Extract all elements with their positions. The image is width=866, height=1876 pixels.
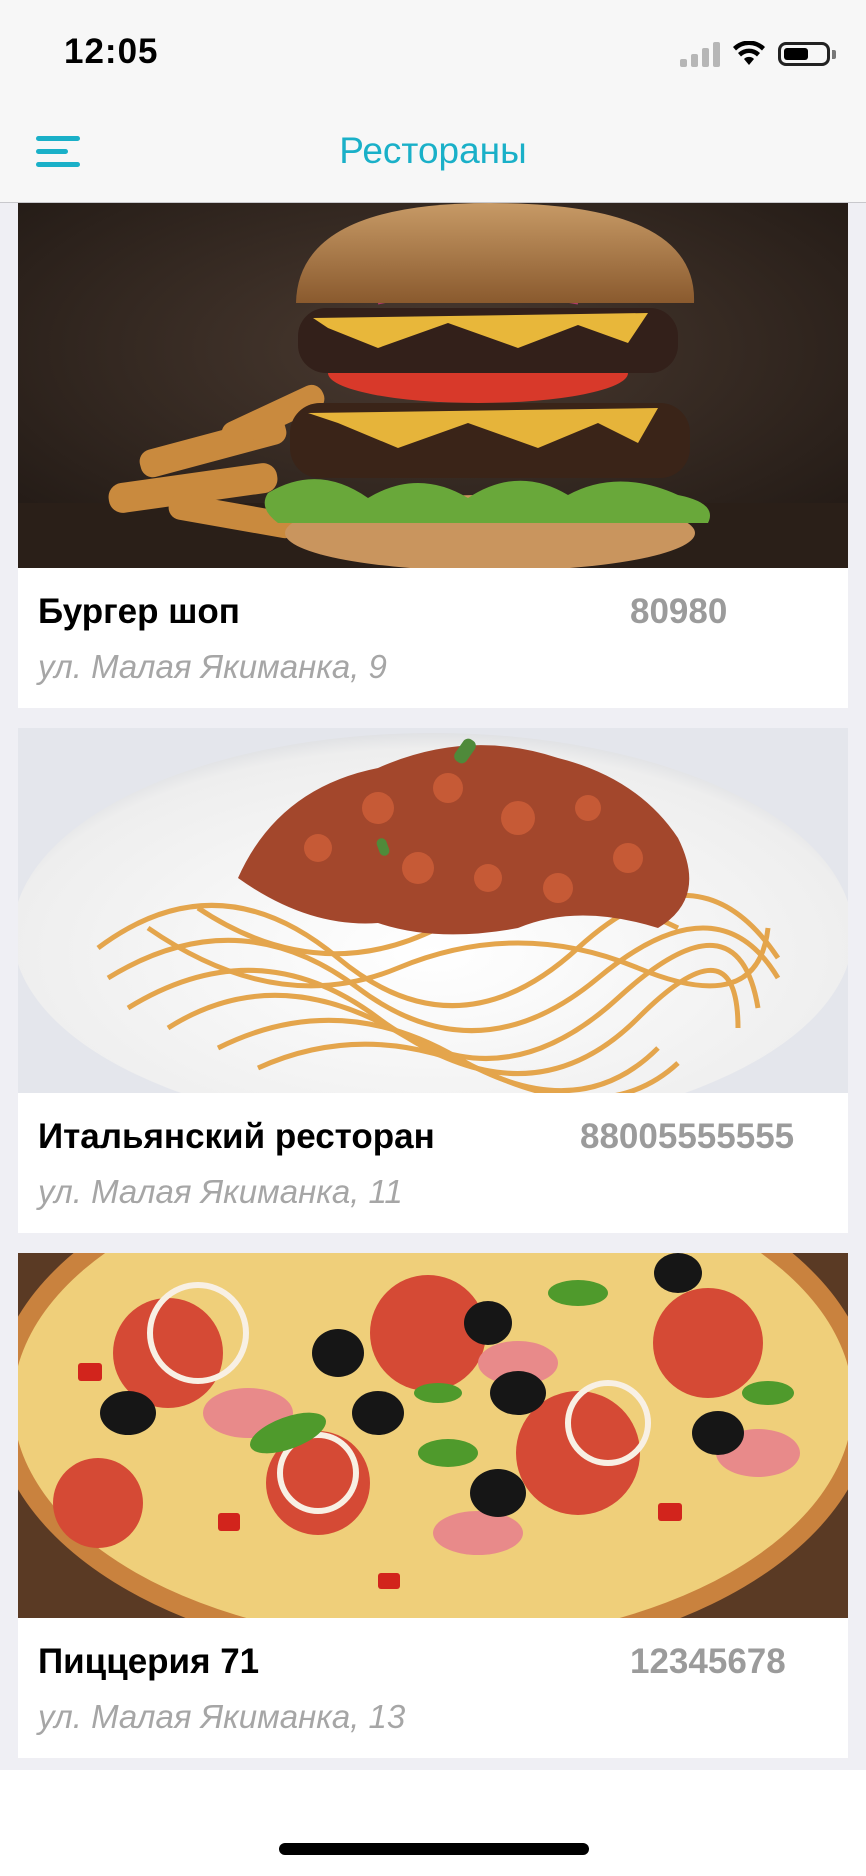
restaurant-name: Бургер шоп [38, 592, 240, 631]
pasta-photo [18, 728, 848, 1093]
restaurant-name: Итальянский ресторан [38, 1117, 435, 1156]
status-time: 12:05 [64, 32, 159, 71]
restaurant-list: Бургер шоп 80980 ул. Малая Якиманка, 9 И… [18, 203, 848, 1778]
cellular-signal-icon [680, 41, 720, 67]
restaurant-name: Пиццерия 71 [38, 1642, 260, 1681]
bottom-safe-area [0, 1770, 866, 1876]
wifi-icon [733, 41, 765, 65]
restaurant-info: Бургер шоп 80980 ул. Малая Якиманка, 9 [18, 568, 848, 708]
navigation-bar: Рестораны [0, 100, 866, 203]
restaurant-address: ул. Малая Якиманка, 13 [38, 1698, 406, 1735]
restaurant-phone[interactable]: 12345678 [630, 1642, 786, 1682]
restaurant-card[interactable]: Бургер шоп 80980 ул. Малая Якиманка, 9 [18, 203, 848, 708]
restaurant-address: ул. Малая Якиманка, 9 [38, 648, 387, 685]
status-bar: 12:05 [0, 0, 866, 100]
pizza-photo [18, 1253, 848, 1618]
status-icons [680, 36, 836, 72]
restaurant-card[interactable]: Итальянский ресторан 88005555555 ул. Мал… [18, 728, 848, 1233]
burger-photo [18, 203, 848, 568]
page-title: Рестораны [339, 130, 527, 171]
restaurant-info: Пиццерия 71 12345678 ул. Малая Якиманка,… [18, 1618, 848, 1758]
restaurant-phone[interactable]: 88005555555 [580, 1117, 794, 1157]
restaurant-phone[interactable]: 80980 [630, 592, 727, 632]
battery-icon [778, 42, 836, 66]
restaurant-info: Итальянский ресторан 88005555555 ул. Мал… [18, 1093, 848, 1233]
home-indicator[interactable] [279, 1843, 589, 1855]
restaurant-address: ул. Малая Якиманка, 11 [38, 1173, 403, 1210]
restaurant-card[interactable]: Пиццерия 71 12345678 ул. Малая Якиманка,… [18, 1253, 848, 1758]
